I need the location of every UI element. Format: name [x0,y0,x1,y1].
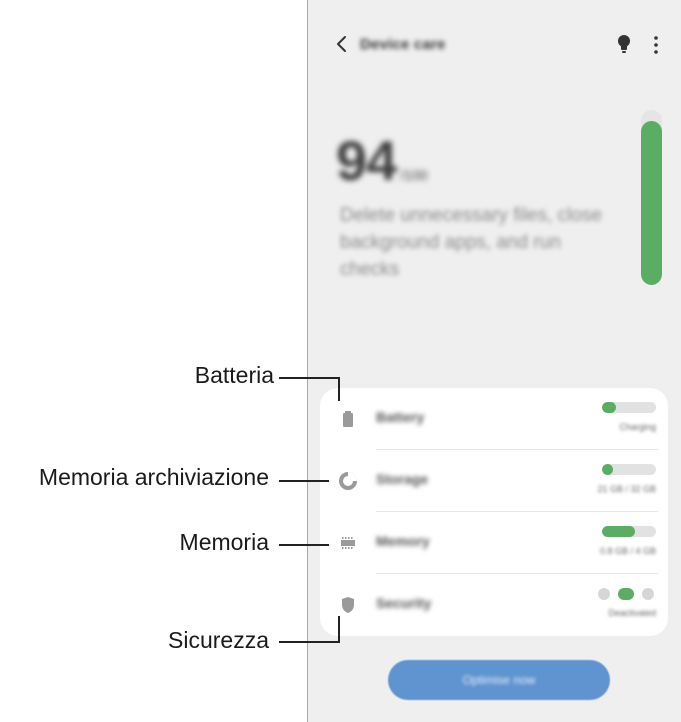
care-items-card: Battery Charging Storage 21 GB / 32 GB M… [320,388,668,636]
memory-label: Memory [376,533,430,549]
storage-row[interactable]: Storage 21 GB / 32 GB [320,450,668,512]
callout-leader-battery-drop [338,377,340,401]
chevron-left-icon[interactable] [332,32,352,56]
storage-status: 21 GB / 32 GB [597,484,656,494]
optimize-now-label: Optimise now [462,673,536,687]
callout-storage: Memoria archiviazione [38,464,269,490]
pie-chart-icon [339,472,357,490]
memory-status: 0.8 GB / 4 GB [599,546,656,556]
callout-leader-storage [279,480,329,482]
score-value: 94 [336,129,397,192]
battery-label: Battery [376,409,425,425]
score-level-bar [641,110,662,285]
status-dot [598,588,610,600]
battery-icon [343,411,353,427]
shield-icon [342,597,354,613]
callout-leader-security-rise [338,616,340,643]
score-unit: /100 [400,167,428,183]
memory-chip-icon [341,537,355,549]
battery-row[interactable]: Battery Charging [320,388,668,450]
callout-memory: Memoria [179,529,269,555]
lightbulb-icon[interactable] [616,34,632,56]
app-bar: Device care [308,28,681,64]
storage-meter-fill [602,464,613,475]
storage-label: Storage [376,471,429,487]
status-dot-active [618,588,634,600]
callout-leader-security [279,641,339,643]
callout-security: Sicurezza [168,627,269,653]
storage-meter [602,464,656,475]
page-title: Device care [360,36,446,53]
score-display: 94/100 [336,128,428,193]
battery-status: Charging [619,422,656,432]
optimize-now-button[interactable]: Optimise now [388,660,610,700]
memory-row[interactable]: Memory 0.8 GB / 4 GB [320,512,668,574]
security-status: Deactivated [608,608,656,618]
security-status-dots [596,588,656,600]
callout-leader-memory [279,544,329,546]
memory-meter-fill [602,526,636,537]
callout-leader-battery [279,377,339,379]
memory-meter [602,526,656,537]
battery-meter-fill [602,402,616,413]
status-dot [642,588,654,600]
security-label: Security [376,595,432,611]
battery-meter [602,402,656,413]
more-vertical-icon[interactable] [652,35,660,55]
score-level-fill [641,120,662,285]
security-row[interactable]: Security Deactivated [320,574,668,636]
score-description: Delete unnecessary files, close backgrou… [340,205,602,280]
callout-battery: Batteria [194,362,274,388]
device-care-screen: Device care 94/100 Delete unnecessary fi… [307,0,681,722]
